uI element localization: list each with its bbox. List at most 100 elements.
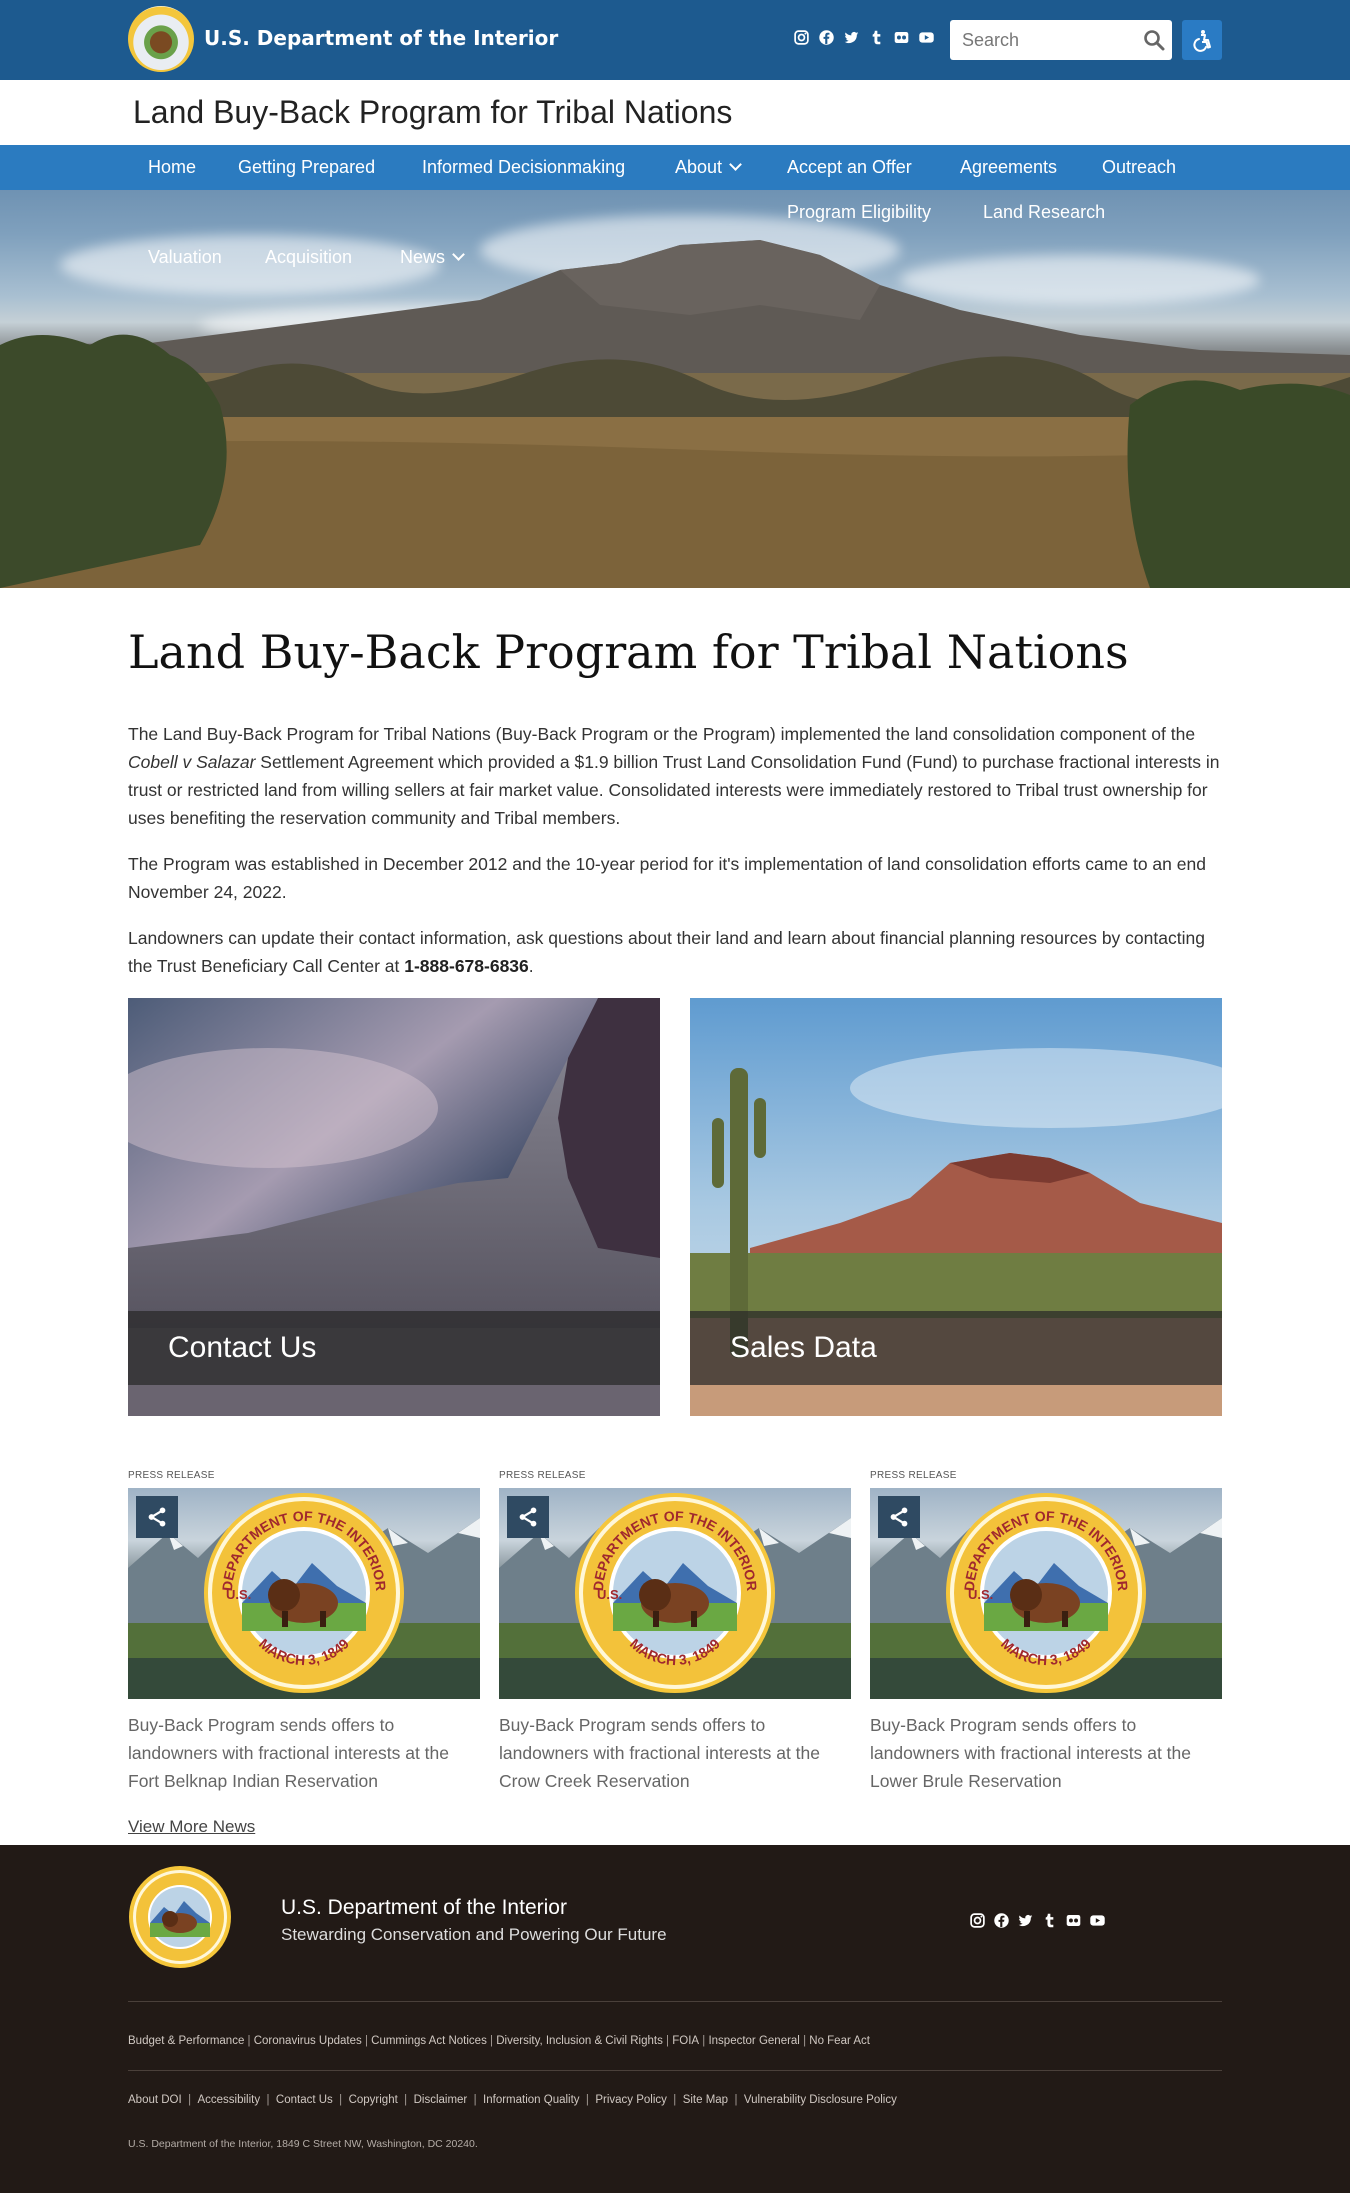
news-item[interactable]: PRESS RELEASE DEPARTMENT OF THE INTERIOR… (128, 1470, 480, 1795)
footer-address: U.S. Department of the Interior, 1849 C … (128, 2138, 478, 2150)
intro-paragraph: The Land Buy-Back Program for Tribal Nat… (128, 720, 1224, 832)
footer-link-budget[interactable]: Budget & Performance (128, 2035, 244, 2047)
seal-text-left: U.S. (226, 1587, 251, 1602)
news-kicker: PRESS RELEASE (870, 1470, 957, 1481)
footer-link-accessibility[interactable]: Accessibility (197, 2094, 260, 2106)
nav-acquisition[interactable]: Acquisition (265, 247, 352, 268)
footer-link-about-doi[interactable]: About DOI (128, 2094, 182, 2106)
share-icon[interactable] (507, 1496, 549, 1538)
program-dates-paragraph: The Program was established in December … (128, 854, 1206, 902)
news-title[interactable]: Buy-Back Program sends offers to landown… (128, 1711, 480, 1795)
nav-about-label: About (675, 157, 723, 177)
youtube-icon[interactable] (1088, 1911, 1106, 1929)
footer-link-coronavirus[interactable]: Coronavirus Updates (254, 2035, 362, 2047)
doi-seal-icon: DEPARTMENT OF THE INTERIOR MARCH 3, 1849… (946, 1493, 1146, 1693)
card-label: Contact Us (168, 1331, 317, 1364)
twitter-icon[interactable] (1016, 1911, 1034, 1929)
footer-tagline: Stewarding Conservation and Powering Our… (281, 1925, 667, 1944)
intro-text: The Land Buy-Back Program for Tribal Nat… (128, 724, 1196, 744)
news-title[interactable]: Buy-Back Program sends offers to landown… (499, 1711, 851, 1795)
news-item[interactable]: PRESS RELEASE DEPARTMENT OF THE INTERIOR… (870, 1470, 1222, 1795)
footer-link-copyright[interactable]: Copyright (349, 2094, 398, 2106)
search-input[interactable] (950, 20, 1130, 60)
chevron-down-icon (452, 248, 465, 261)
nav-informed-decisionmaking[interactable]: Informed Decisionmaking (422, 157, 625, 178)
facebook-icon[interactable] (992, 1911, 1010, 1929)
nav-valuation[interactable]: Valuation (148, 247, 222, 268)
twitter-icon[interactable] (842, 28, 860, 46)
nav-about[interactable]: About (675, 157, 742, 178)
footer-link-foia[interactable]: FOIA (672, 2035, 699, 2047)
accessibility-icon[interactable] (1182, 20, 1222, 60)
instagram-icon[interactable] (968, 1911, 986, 1929)
contact-text: Landowners can update their contact info… (128, 928, 1205, 976)
flickr-icon[interactable] (892, 28, 910, 46)
nav-news[interactable]: News (400, 247, 465, 268)
seal-text-left: U.S. (597, 1587, 622, 1602)
footer-link-information-quality[interactable]: Information Quality (483, 2094, 580, 2106)
news-kicker: PRESS RELEASE (499, 1470, 586, 1481)
dept-name[interactable]: U.S. Department of the Interior (204, 26, 558, 50)
nav-accept-an-offer[interactable]: Accept an Offer (787, 157, 912, 178)
nav-getting-prepared[interactable]: Getting Prepared (238, 157, 375, 178)
nav-home[interactable]: Home (148, 157, 196, 178)
chevron-down-icon (729, 158, 742, 171)
news-image[interactable]: DEPARTMENT OF THE INTERIOR MARCH 3, 1849… (128, 1488, 480, 1699)
nav-agreements[interactable]: Agreements (960, 157, 1057, 178)
footer-link-privacy-policy[interactable]: Privacy Policy (595, 2094, 667, 2106)
footer-links-secondary: About DOI | Accessibility | Contact Us |… (128, 2094, 897, 2106)
footer-link-diversity[interactable]: Diversity, Inclusion & Civil Rights (496, 2035, 663, 2047)
news-kicker: PRESS RELEASE (128, 1470, 215, 1481)
search-icon[interactable] (1142, 28, 1166, 52)
news-item[interactable]: PRESS RELEASE DEPARTMENT OF THE INTERIOR… (499, 1470, 851, 1795)
footer-links-primary: Budget & Performance | Coronavirus Updat… (128, 2035, 870, 2047)
instagram-icon[interactable] (792, 28, 810, 46)
footer-link-contact-us[interactable]: Contact Us (276, 2094, 333, 2106)
view-more-news-link[interactable]: View More News (128, 1817, 255, 1837)
phone-number[interactable]: 1-888-678-6836 (404, 956, 529, 976)
site-title-bar: Land Buy-Back Program for Tribal Nations (0, 80, 1350, 145)
youtube-icon[interactable] (917, 28, 935, 46)
tumblr-icon[interactable] (1040, 1911, 1058, 1929)
footer-link-inspector-general[interactable]: Inspector General (708, 2035, 799, 2047)
intro-text-cont: Settlement Agreement which provided a $1… (128, 752, 1220, 828)
footer-dept-name[interactable]: U.S. Department of the Interior (281, 1896, 567, 1920)
footer-divider (128, 2001, 1222, 2002)
card-label: Sales Data (730, 1331, 877, 1364)
case-name: Cobell v Salazar (128, 752, 256, 772)
sales-data-card[interactable]: Sales Data (690, 998, 1222, 1416)
search-box (950, 20, 1172, 60)
doi-seal-logo[interactable] (128, 6, 194, 72)
nav-program-eligibility[interactable]: Program Eligibility (787, 202, 931, 223)
share-icon[interactable] (878, 1496, 920, 1538)
tumblr-icon[interactable] (867, 28, 885, 46)
contact-us-card[interactable]: Contact Us (128, 998, 660, 1416)
footer-divider (128, 2070, 1222, 2071)
seal-text-left: U.S. (968, 1587, 993, 1602)
contact-text-end: . (528, 956, 534, 976)
nav-land-research[interactable]: Land Research (983, 202, 1105, 223)
contact-paragraph: Landowners can update their contact info… (128, 924, 1224, 980)
social-links (792, 28, 935, 46)
page-title: Land Buy-Back Program for Tribal Nations (128, 625, 1129, 679)
doi-seal-logo[interactable] (128, 1865, 232, 1969)
flickr-icon[interactable] (1064, 1911, 1082, 1929)
site-title[interactable]: Land Buy-Back Program for Tribal Nations (133, 94, 732, 131)
footer-link-cummings-act[interactable]: Cummings Act Notices (371, 2035, 487, 2047)
footer-link-vulnerability-disclosure[interactable]: Vulnerability Disclosure Policy (744, 2094, 897, 2106)
news-image[interactable]: DEPARTMENT OF THE INTERIOR MARCH 3, 1849… (499, 1488, 851, 1699)
footer-social-links (968, 1911, 1106, 1929)
doi-seal-icon: DEPARTMENT OF THE INTERIOR MARCH 3, 1849… (204, 1493, 404, 1693)
footer-link-site-map[interactable]: Site Map (683, 2094, 728, 2106)
doi-seal-icon: DEPARTMENT OF THE INTERIOR MARCH 3, 1849… (575, 1493, 775, 1693)
footer-link-disclaimer[interactable]: Disclaimer (414, 2094, 468, 2106)
nav-outreach[interactable]: Outreach (1102, 157, 1176, 178)
facebook-icon[interactable] (817, 28, 835, 46)
share-icon[interactable] (136, 1496, 178, 1538)
top-bar: U.S. Department of the Interior (0, 0, 1350, 80)
hero-image (0, 145, 1350, 588)
news-image[interactable]: DEPARTMENT OF THE INTERIOR MARCH 3, 1849… (870, 1488, 1222, 1699)
nav-news-label: News (400, 247, 446, 267)
news-title[interactable]: Buy-Back Program sends offers to landown… (870, 1711, 1222, 1795)
footer-link-no-fear-act[interactable]: No Fear Act (809, 2035, 870, 2047)
